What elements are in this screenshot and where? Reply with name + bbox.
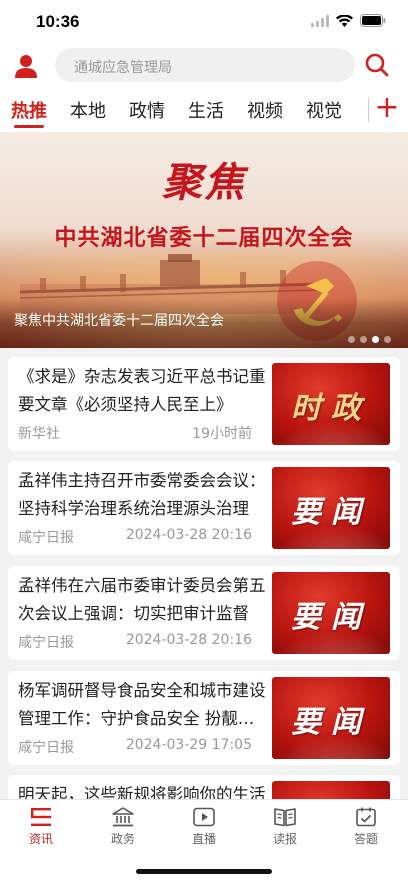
thumbnail-label: 要闻 — [291, 495, 371, 530]
nav-news[interactable]: 资讯 — [11, 806, 71, 847]
news-title: 《求是》杂志发表习近平总书记重要文章《必须坚持人民至上》 — [18, 367, 266, 414]
news-time: 2024-03-28 20:16 — [125, 632, 252, 648]
active-tab-indicator — [14, 125, 44, 128]
banner-headline: 中共湖北省委十二届四次全会 — [54, 226, 354, 251]
carousel-dot-active[interactable] — [372, 336, 379, 343]
news-item[interactable]: 杨军调研督导食品安全和城市建设管理工作：守护食品安全 扮靓城市 咸宁日报 202… — [8, 671, 400, 765]
tab-life[interactable]: 生活 — [188, 97, 224, 123]
news-source: 咸宁日报 — [18, 635, 74, 651]
play-icon — [193, 807, 215, 827]
news-source: 咸宁日报 — [18, 740, 74, 756]
quiz-icon — [356, 807, 376, 827]
news-title: 孟祥伟在六届市委审计委员会第五次会议上强调：切实把审计监督 — [18, 576, 266, 623]
banner-carousel[interactable]: 聚焦 中共湖北省委十二届四次全会 聚焦中共湖北省委十二届四次全会 — [0, 132, 408, 348]
banner-caption: 聚焦中共湖北省委十二届四次全会 — [14, 313, 224, 329]
news-title: 孟祥伟主持召开市委常委会会议：坚持科学治理系统治理源头治理 — [18, 471, 266, 518]
nav-quiz[interactable]: 答题 — [336, 806, 396, 847]
news-thumbnail: 时政 — [272, 363, 390, 445]
nav-label: 政务 — [110, 832, 135, 846]
status-bar: 10:36 — [0, 0, 408, 44]
search-placeholder: 通城应急管理局 — [74, 60, 172, 76]
carousel-dots — [348, 336, 391, 343]
nav-newspaper[interactable]: 读报 — [255, 806, 315, 847]
nav-label: 资讯 — [28, 832, 53, 846]
news-item[interactable]: 《求是》杂志发表习近平总书记重要文章《必须坚持人民至上》 新华社 19小时前 时… — [8, 357, 400, 451]
nav-label: 直播 — [191, 832, 216, 846]
status-time: 10:36 — [36, 12, 80, 31]
search-icon[interactable] — [364, 52, 390, 78]
home-indicator — [136, 869, 272, 874]
wifi-icon — [336, 14, 353, 27]
tab-hot[interactable]: 热推 — [11, 97, 47, 123]
battery-icon — [360, 14, 386, 27]
thumbnail-label: 要闻 — [291, 600, 371, 635]
tab-politics[interactable]: 政情 — [129, 97, 165, 123]
nav-label: 读报 — [272, 832, 297, 846]
tab-visual[interactable]: 视觉 — [306, 97, 342, 123]
nav-live[interactable]: 直播 — [174, 806, 234, 847]
news-title: 杨军调研督导食品安全和城市建设管理工作：守护食品安全 扮靓城市 — [18, 681, 266, 728]
news-thumbnail: 要闻 — [272, 572, 390, 654]
news-time: 19小时前 — [192, 426, 252, 442]
carousel-dot[interactable] — [384, 336, 391, 343]
news-thumbnail: 要闻 — [272, 677, 390, 759]
nav-government[interactable]: 政务 — [93, 806, 153, 847]
tab-divider — [368, 98, 369, 122]
thumbnail-label: 要闻 — [291, 705, 371, 740]
news-thumbnail: 要闻 — [272, 467, 390, 549]
top-bar: 通城应急管理局 — [0, 44, 408, 88]
search-input[interactable]: 通城应急管理局 — [55, 48, 355, 82]
newspaper-icon — [274, 808, 296, 827]
status-icons — [311, 14, 386, 27]
carousel-dot[interactable] — [348, 336, 355, 343]
news-source: 新华社 — [18, 426, 60, 442]
signal-icon — [311, 14, 329, 27]
banner-caption-bar: 聚焦中共湖北省委十二届四次全会 — [0, 298, 408, 348]
thumbnail-label: 时政 — [291, 391, 371, 426]
banner-kicker: 聚焦 — [162, 159, 246, 206]
news-time: 2024-03-28 20:16 — [125, 527, 252, 543]
tab-local[interactable]: 本地 — [70, 97, 106, 123]
news-source: 咸宁日报 — [18, 530, 74, 546]
carousel-dot[interactable] — [360, 336, 367, 343]
news-item[interactable]: 孟祥伟主持召开市委常委会会议：坚持科学治理系统治理源头治理 咸宁日报 2024-… — [8, 461, 400, 555]
tab-video[interactable]: 视频 — [247, 97, 283, 123]
news-item[interactable]: 孟祥伟在六届市委审计委员会第五次会议上强调：切实把审计监督 咸宁日报 2024-… — [8, 566, 400, 660]
user-icon[interactable] — [12, 52, 40, 80]
add-channel-icon[interactable]: + — [372, 91, 402, 125]
news-time: 2024-03-29 17:05 — [125, 737, 252, 753]
government-icon — [112, 807, 134, 827]
news-icon — [31, 808, 51, 826]
nav-label: 答题 — [353, 832, 378, 846]
category-tabs: 热推 本地 政情 生活 视频 视觉 + — [0, 88, 408, 132]
